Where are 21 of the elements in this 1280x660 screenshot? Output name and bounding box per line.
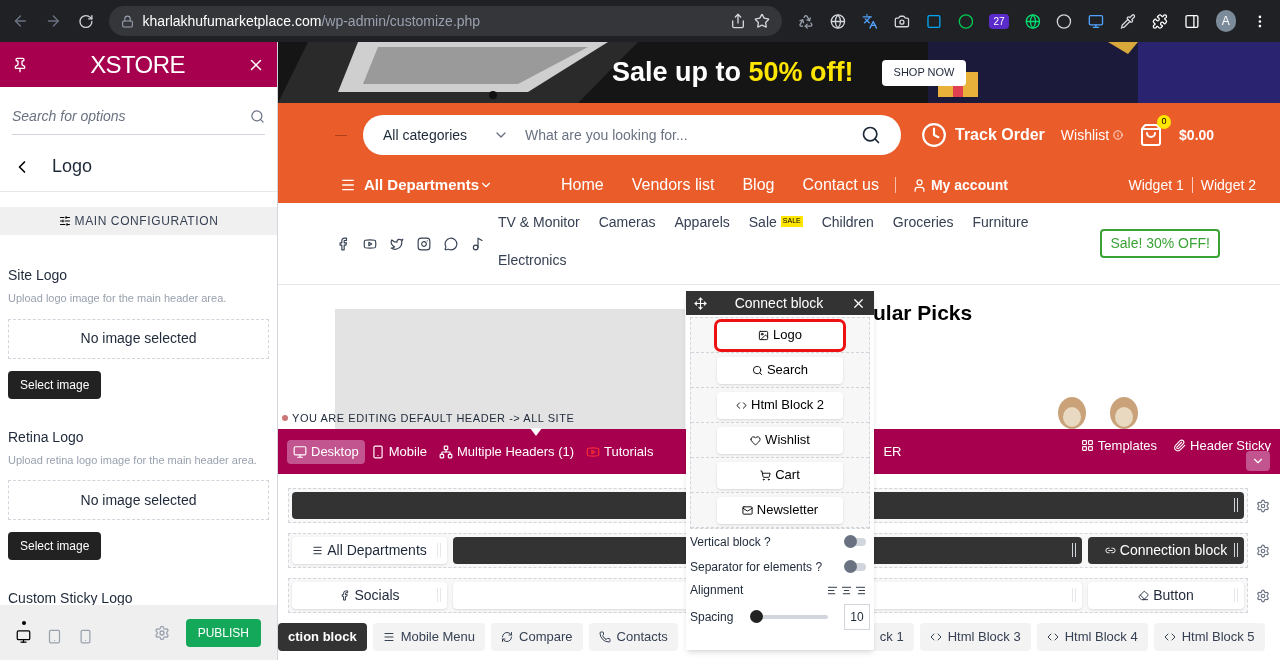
- section-heading: ular Picks: [873, 300, 973, 326]
- search-placeholder: Search for options: [12, 107, 126, 126]
- field-label: Site Logo: [8, 266, 69, 285]
- field-help: Upload logo image for the main header area.: [8, 291, 228, 306]
- toggle-label: Separator for elements ?: [690, 558, 823, 576]
- section-title: Logo: [52, 155, 93, 178]
- search-placeholder: What are you looking for...: [525, 125, 689, 145]
- url-text: kharlakhufumarketplace.com/wp-admin/customize.php: [142, 11, 481, 31]
- cart-count: 0: [1157, 115, 1172, 129]
- field-help: Upload retina logo image for the main header area.: [8, 452, 258, 468]
- section-heading: MAIN CONFIGURATION: [74, 213, 219, 230]
- alignment-label: Alignment: [690, 582, 744, 599]
- sale-headline: Sale up to 50% off!: [612, 56, 854, 90]
- field-label: Custom Sticky Logo: [8, 589, 134, 605]
- editing-notice: YOU ARE EDITING DEFAULT HEADER -> ALL SITE: [292, 410, 575, 426]
- brand-logo: XSTORE: [90, 49, 185, 80]
- cart-total: $0.00: [1179, 125, 1215, 145]
- spacing-label: Spacing: [690, 609, 734, 626]
- field-label: Retina Logo: [8, 427, 85, 447]
- toggle-label: Vertical block ?: [690, 533, 771, 551]
- popup-title: Connect block: [734, 293, 824, 313]
